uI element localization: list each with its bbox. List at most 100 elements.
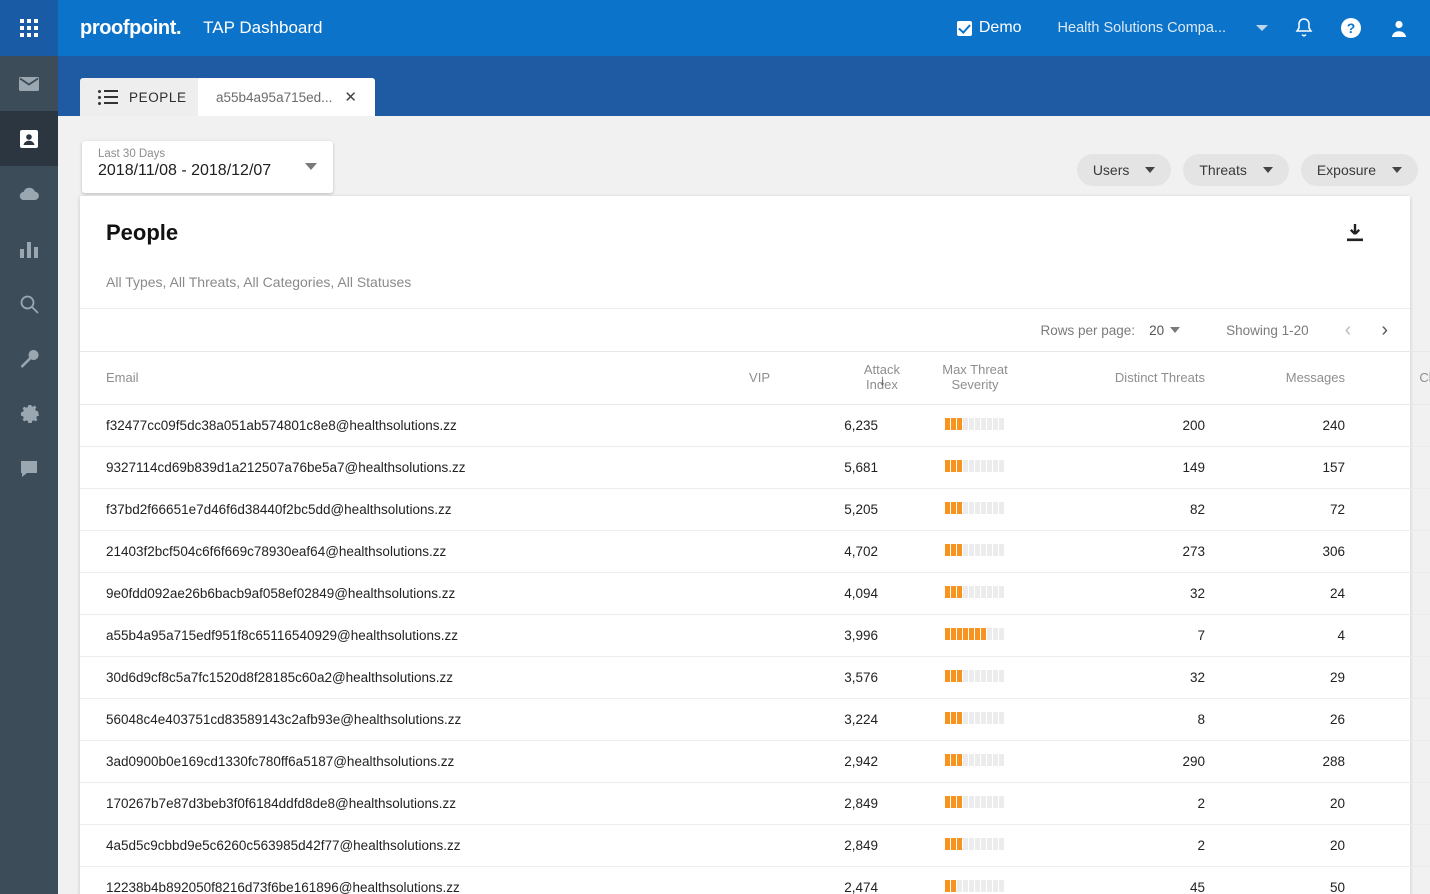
table-row[interactable]: a55b4a95a715edf951f8c65116540929@healths… bbox=[80, 614, 1430, 657]
org-selector-label[interactable]: Health Solutions Compa... bbox=[1058, 20, 1226, 36]
column-header-attack-index[interactable]: Attack Index ↓ bbox=[770, 351, 900, 405]
filter-threats-button[interactable]: Threats bbox=[1183, 154, 1289, 186]
date-range-preset-label: Last 30 Days bbox=[98, 148, 166, 160]
severity-segment bbox=[999, 586, 1005, 598]
notification-bell-icon[interactable] bbox=[1294, 17, 1314, 39]
cell-attack-index: 2,474 bbox=[770, 866, 900, 894]
cell-vip bbox=[680, 824, 770, 867]
table-row[interactable]: 9327114cd69b839d1a212507a76be5a7@healths… bbox=[80, 446, 1430, 489]
table-row[interactable]: 4a5d5c9cbbd9e5c6260c563985d42f77@healths… bbox=[80, 824, 1430, 867]
table-row[interactable]: 30d6d9cf8c5a7fc1520d8f28185c60a2@healths… bbox=[80, 656, 1430, 699]
apps-grid-button[interactable] bbox=[0, 0, 58, 56]
filter-exposure-label: Exposure bbox=[1316, 162, 1376, 178]
cell-attack-index: 3,224 bbox=[770, 698, 900, 741]
column-header-clicks[interactable]: Clicks bbox=[1345, 351, 1430, 405]
cell-max-threat-severity bbox=[900, 572, 1050, 615]
filter-users-button[interactable]: Users bbox=[1076, 154, 1172, 186]
table-row[interactable]: f32477cc09f5dc38a051ab574801c8e8@healths… bbox=[80, 404, 1430, 447]
cell-email: 170267b7e87d3beb3f0f6184ddfd8de8@healths… bbox=[80, 782, 680, 825]
rail-item-cloud[interactable] bbox=[0, 166, 58, 221]
filter-exposure-button[interactable]: Exposure bbox=[1300, 154, 1418, 186]
cell-distinct-threats: 273 bbox=[1050, 530, 1205, 573]
cell-max-threat-severity bbox=[900, 488, 1050, 531]
rows-per-page-select[interactable]: 20 bbox=[1149, 322, 1181, 338]
cell-messages: 29 bbox=[1205, 656, 1345, 699]
cell-email: 12238b4b892050f8216d73f6be161896@healths… bbox=[80, 866, 680, 894]
top-header-bar: proofpoint. TAP Dashboard Demo Health So… bbox=[58, 0, 1430, 56]
chevron-down-icon[interactable] bbox=[1256, 25, 1268, 31]
download-icon[interactable] bbox=[1344, 222, 1366, 249]
column-header-email[interactable]: Email bbox=[80, 351, 680, 405]
table-row[interactable]: 56048c4e403751cd83589143c2afb93e@healths… bbox=[80, 698, 1430, 741]
demo-toggle[interactable]: Demo bbox=[956, 19, 1022, 37]
severity-bar bbox=[945, 880, 1005, 892]
chevron-down-icon bbox=[1145, 167, 1156, 173]
help-circle-icon[interactable]: ? bbox=[1340, 17, 1362, 39]
table-row[interactable]: 9e0fdd092ae26b6bacb9af058ef02849@healths… bbox=[80, 572, 1430, 615]
column-header-vip[interactable]: VIP bbox=[680, 351, 770, 405]
tab-person-detail[interactable]: a55b4a95a715ed... ✕ bbox=[198, 78, 375, 116]
severity-segment bbox=[999, 754, 1005, 766]
proofpoint-logo: proofpoint. bbox=[80, 16, 182, 39]
table-row[interactable]: 12238b4b892050f8216d73f6be161896@healths… bbox=[80, 866, 1430, 894]
demo-checkbox[interactable] bbox=[956, 20, 972, 36]
rail-item-search[interactable] bbox=[0, 276, 58, 331]
cell-vip bbox=[680, 404, 770, 447]
close-icon[interactable]: ✕ bbox=[344, 90, 357, 105]
search-icon bbox=[18, 293, 40, 315]
cell-max-threat-severity bbox=[900, 866, 1050, 894]
cell-messages: 306 bbox=[1205, 530, 1345, 573]
column-header-max-threat-severity[interactable]: Max Threat Severity bbox=[900, 351, 1050, 405]
rail-item-settings[interactable] bbox=[0, 386, 58, 441]
rail-item-reports[interactable] bbox=[0, 221, 58, 276]
gear-icon bbox=[18, 403, 40, 425]
table-row[interactable]: f37bd2f66651e7d46f6d38440f2bc5dd@healths… bbox=[80, 488, 1430, 531]
table-row[interactable]: 21403f2bcf504c6f6f669c78930eaf64@healths… bbox=[80, 530, 1430, 573]
cell-attack-index: 2,849 bbox=[770, 824, 900, 867]
cell-email: 9e0fdd092ae26b6bacb9af058ef02849@healths… bbox=[80, 572, 680, 615]
app-title: TAP Dashboard bbox=[203, 18, 323, 37]
cell-email: 21403f2bcf504c6f6f669c78930eaf64@healths… bbox=[80, 530, 680, 573]
cell-clicks: 0 bbox=[1345, 446, 1430, 489]
table-row[interactable]: 170267b7e87d3beb3f0f6184ddfd8de8@healths… bbox=[80, 782, 1430, 825]
people-table: Email VIP Attack Index ↓ Max Threat Seve… bbox=[80, 351, 1430, 894]
cell-email: 4a5d5c9cbbd9e5c6260c563985d42f77@healths… bbox=[80, 824, 680, 867]
severity-bar bbox=[945, 796, 1005, 808]
chevron-down-icon[interactable] bbox=[305, 163, 317, 170]
next-page-button[interactable]: › bbox=[1381, 320, 1388, 340]
cell-messages: 288 bbox=[1205, 740, 1345, 783]
cell-attack-index: 2,942 bbox=[770, 740, 900, 783]
table-row[interactable]: 3ad0900b0e169cd1330fc780ff6a5187@healths… bbox=[80, 740, 1430, 783]
cell-distinct-threats: 2 bbox=[1050, 824, 1205, 867]
person-icon bbox=[17, 127, 41, 151]
cell-messages: 50 bbox=[1205, 866, 1345, 894]
cell-distinct-threats: 200 bbox=[1050, 404, 1205, 447]
cell-vip bbox=[680, 782, 770, 825]
cell-messages: 20 bbox=[1205, 824, 1345, 867]
cell-vip bbox=[680, 530, 770, 573]
bar-chart-icon bbox=[18, 238, 40, 260]
rail-item-people[interactable] bbox=[0, 111, 58, 166]
column-header-messages[interactable]: Messages bbox=[1205, 351, 1345, 405]
tab-people[interactable]: PEOPLE bbox=[80, 78, 205, 116]
showing-range-label: Showing 1-20 bbox=[1226, 322, 1309, 338]
severity-bar bbox=[945, 502, 1005, 514]
prev-page-button[interactable]: ‹ bbox=[1345, 320, 1352, 340]
pagination-bar: Rows per page: 20 Showing 1-20 ‹ › bbox=[80, 308, 1410, 351]
cell-clicks: 0 bbox=[1345, 404, 1430, 447]
date-range-selector[interactable]: Last 30 Days 2018/11/08 - 2018/12/07 bbox=[82, 141, 333, 193]
rail-item-tools[interactable] bbox=[0, 331, 58, 386]
severity-segment bbox=[999, 628, 1005, 640]
cell-distinct-threats: 2 bbox=[1050, 782, 1205, 825]
cell-distinct-threats: 45 bbox=[1050, 866, 1205, 894]
rail-item-mail[interactable] bbox=[0, 56, 58, 111]
column-header-distinct-threats[interactable]: Distinct Threats bbox=[1050, 351, 1205, 405]
cell-max-threat-severity bbox=[900, 404, 1050, 447]
user-avatar-icon[interactable] bbox=[1388, 17, 1410, 39]
rows-per-page-value: 20 bbox=[1149, 322, 1165, 338]
cell-vip bbox=[680, 866, 770, 894]
cell-distinct-threats: 290 bbox=[1050, 740, 1205, 783]
rail-item-support[interactable] bbox=[0, 441, 58, 496]
cell-attack-index: 4,094 bbox=[770, 572, 900, 615]
demo-label: Demo bbox=[978, 19, 1022, 36]
